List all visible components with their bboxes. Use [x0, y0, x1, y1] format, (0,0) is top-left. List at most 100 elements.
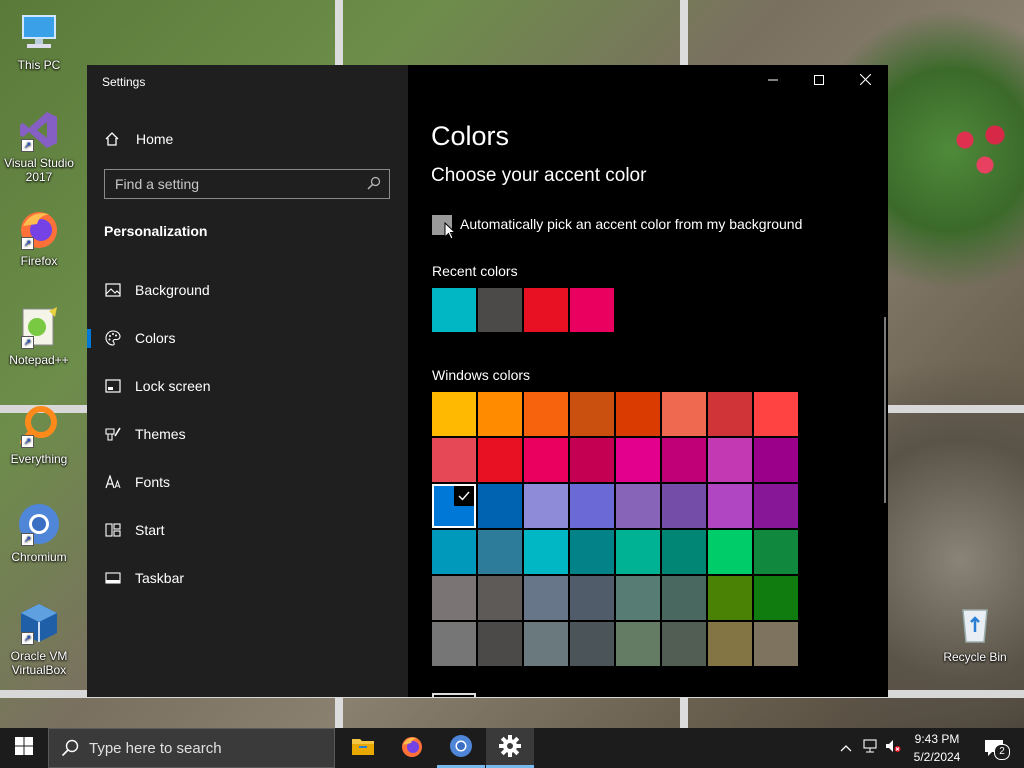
accent-color-swatch[interactable] [754, 530, 798, 574]
accent-color-swatch[interactable] [478, 438, 522, 482]
action-center-button[interactable]: 2 [978, 728, 1010, 768]
accent-color-swatch[interactable] [432, 392, 476, 436]
desktop-icon-chromium[interactable]: ↗ Chromium [1, 502, 77, 564]
recent-color-swatch[interactable] [570, 288, 614, 332]
accent-color-swatch[interactable] [524, 438, 568, 482]
accent-color-swatch[interactable] [662, 622, 706, 666]
accent-color-swatch[interactable] [570, 484, 614, 528]
accent-color-swatch[interactable] [754, 484, 798, 528]
accent-color-swatch[interactable] [432, 530, 476, 574]
accent-color-swatch[interactable] [478, 530, 522, 574]
taskbar-search-input[interactable] [89, 739, 329, 757]
desktop-icon-everything[interactable]: ↗ Everything [1, 404, 77, 466]
accent-color-swatch[interactable] [616, 530, 660, 574]
accent-color-swatch[interactable] [662, 576, 706, 620]
volume-button[interactable] [882, 728, 904, 768]
notepad-plus-plus-icon: ↗ [17, 305, 61, 349]
sidebar-item-background[interactable]: Background [87, 270, 408, 310]
accent-color-swatch[interactable] [754, 576, 798, 620]
custom-color-swatch[interactable] [432, 693, 476, 697]
search-icon[interactable] [367, 176, 381, 195]
accent-color-swatch[interactable] [524, 622, 568, 666]
accent-color-swatch[interactable] [570, 392, 614, 436]
accent-color-swatch[interactable] [616, 438, 660, 482]
sidebar-item-fonts[interactable]: Fonts [87, 462, 408, 502]
accent-color-swatch[interactable] [524, 530, 568, 574]
accent-color-swatch[interactable] [478, 392, 522, 436]
taskbar-chromium[interactable] [437, 728, 485, 768]
desktop-icon-notepad-plus-plus[interactable]: ↗ Notepad++ [1, 305, 77, 367]
sidebar-item-label: Taskbar [135, 570, 185, 586]
accent-color-swatch[interactable] [432, 438, 476, 482]
recent-color-swatch[interactable] [524, 288, 568, 332]
desktop-icon-firefox[interactable]: ↗ Firefox [1, 206, 77, 268]
accent-color-swatch[interactable] [432, 576, 476, 620]
accent-color-swatch[interactable] [662, 392, 706, 436]
taskbar-clock[interactable]: 9:43 PM 5/2/2024 [905, 730, 969, 766]
desktop-icon-label: Firefox [20, 254, 58, 268]
start-button[interactable] [0, 728, 48, 768]
accent-color-swatch[interactable] [570, 530, 614, 574]
accent-color-swatch[interactable] [616, 622, 660, 666]
taskbar-firefox[interactable] [388, 728, 436, 768]
accent-color-swatch[interactable] [708, 576, 752, 620]
accent-color-swatch[interactable] [524, 576, 568, 620]
show-hidden-icons-button[interactable] [836, 728, 856, 768]
sidebar-item-label: Background [135, 282, 210, 298]
accent-color-swatch[interactable] [478, 576, 522, 620]
recent-color-swatch[interactable] [478, 288, 522, 332]
taskbar-search-box[interactable] [48, 728, 335, 768]
desktop-icon-visual-studio[interactable]: ↗ Visual Studio 2017 [1, 108, 77, 184]
notification-count-badge: 2 [994, 744, 1010, 760]
accent-color-swatch[interactable] [708, 484, 752, 528]
accent-color-swatch[interactable] [616, 484, 660, 528]
accent-color-swatch[interactable] [432, 484, 476, 528]
accent-color-swatch[interactable] [662, 438, 706, 482]
accent-color-swatch[interactable] [708, 622, 752, 666]
settings-search-box[interactable] [104, 169, 390, 199]
accent-color-swatch[interactable] [432, 622, 476, 666]
settings-search-input[interactable] [105, 170, 375, 198]
accent-color-swatch[interactable] [478, 484, 522, 528]
sidebar-item-colors[interactable]: Colors [87, 318, 408, 358]
auto-pick-label[interactable]: Automatically pick an accent color from … [460, 216, 802, 232]
accent-color-swatch[interactable] [570, 438, 614, 482]
accent-color-swatch[interactable] [570, 576, 614, 620]
accent-color-swatch[interactable] [478, 622, 522, 666]
accent-color-swatch[interactable] [754, 392, 798, 436]
firefox-icon [400, 734, 424, 763]
minimize-button[interactable] [750, 65, 796, 97]
accent-color-swatch[interactable] [570, 622, 614, 666]
notifications-icon: 2 [984, 739, 1010, 760]
desktop-icon-recycle-bin[interactable]: Recycle Bin [937, 602, 1013, 664]
vertical-scrollbar[interactable] [884, 317, 886, 503]
maximize-button[interactable] [796, 65, 842, 97]
close-button[interactable] [842, 65, 888, 97]
color-row [432, 392, 800, 436]
accent-color-swatch[interactable] [662, 484, 706, 528]
chromium-icon: ↗ [17, 502, 61, 546]
taskbar-file-explorer[interactable] [339, 728, 387, 768]
sidebar-item-themes[interactable]: Themes [87, 414, 408, 454]
sidebar-item-lock-screen[interactable]: Lock screen [87, 366, 408, 406]
everything-search-icon: ↗ [17, 404, 61, 448]
network-status-button[interactable] [860, 728, 882, 768]
desktop-icon-this-pc[interactable]: This PC [1, 10, 77, 72]
sidebar-item-start[interactable]: Start [87, 510, 408, 550]
taskbar-settings[interactable] [486, 728, 534, 768]
accent-color-swatch[interactable] [708, 438, 752, 482]
accent-color-swatch[interactable] [754, 622, 798, 666]
accent-color-swatch[interactable] [754, 438, 798, 482]
sidebar-item-taskbar[interactable]: Taskbar [87, 558, 408, 598]
accent-color-swatch[interactable] [708, 530, 752, 574]
checkmark-icon [454, 486, 474, 506]
accent-color-swatch[interactable] [616, 392, 660, 436]
accent-color-swatch[interactable] [708, 392, 752, 436]
accent-color-swatch[interactable] [524, 392, 568, 436]
home-nav[interactable]: Home [104, 128, 173, 150]
accent-color-swatch[interactable] [662, 530, 706, 574]
accent-color-swatch[interactable] [616, 576, 660, 620]
recent-color-swatch[interactable] [432, 288, 476, 332]
accent-color-swatch[interactable] [524, 484, 568, 528]
desktop-icon-virtualbox[interactable]: ↗ Oracle VM VirtualBox [1, 601, 77, 677]
